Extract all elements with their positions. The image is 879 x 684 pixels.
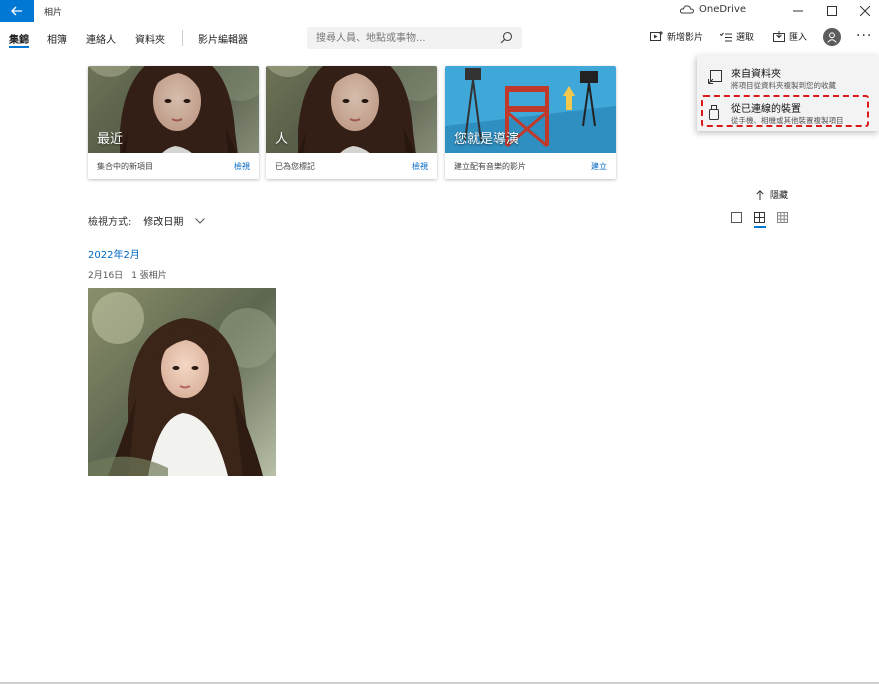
folder-import-icon	[708, 70, 722, 84]
chevron-down-icon	[195, 217, 206, 224]
import-label: 匯入	[789, 33, 808, 43]
maximize-icon	[827, 6, 837, 16]
menu-item-from-folder[interactable]: 來自資料夾 將項目從資料夾複製到您的收藏	[697, 61, 879, 95]
tab-people[interactable]: 連絡人	[86, 31, 116, 46]
select-button[interactable]: 選取	[720, 30, 754, 43]
day-heading: 2月16日 1 張相片	[88, 268, 167, 281]
arrow-up-icon	[756, 189, 764, 200]
select-list-icon	[720, 32, 732, 41]
new-video-icon	[650, 31, 663, 41]
card-director[interactable]: 您就是導演 建立配有音樂的影片 建立	[445, 66, 616, 179]
title-bar: 相片 OneDrive	[0, 0, 879, 22]
card-director-title: 您就是導演	[454, 132, 520, 147]
layout-active-indicator	[754, 226, 766, 228]
search-icon[interactable]	[500, 31, 513, 44]
large-tile-icon[interactable]	[731, 212, 742, 223]
photo-thumbnail[interactable]	[88, 288, 276, 476]
medium-tile-icon[interactable]	[754, 212, 765, 223]
highlight-box	[701, 95, 869, 127]
tab-albums[interactable]: 相簿	[47, 31, 67, 46]
onedrive-status[interactable]: OneDrive	[680, 4, 746, 15]
card-recent-desc: 集合中的新項目	[97, 162, 153, 171]
card-people-link[interactable]: 檢視	[412, 161, 428, 172]
select-label: 選取	[736, 33, 755, 43]
app-title: 相片	[44, 8, 63, 18]
card-people-image	[266, 66, 437, 153]
card-people[interactable]: 人 已為您標記 檢視	[266, 66, 437, 179]
maximize-button[interactable]	[815, 0, 849, 22]
card-director-desc: 建立配有音樂的影片	[454, 162, 526, 171]
arrow-left-icon	[11, 6, 22, 16]
menu-item-from-folder-title: 來自資料夾	[731, 69, 781, 80]
card-recent-title: 最近	[97, 132, 124, 147]
view-by-control[interactable]: 檢視方式: 修改日期	[88, 213, 206, 228]
more-options-icon[interactable]: ···	[856, 28, 872, 44]
hide-button[interactable]: 隱藏	[756, 188, 788, 201]
onedrive-label: OneDrive	[699, 4, 747, 15]
card-director-link[interactable]: 建立	[591, 161, 607, 172]
card-recent-link[interactable]: 檢視	[234, 161, 250, 172]
card-people-desc: 已為您標記	[275, 162, 315, 171]
hide-label: 隱藏	[770, 191, 789, 201]
back-button[interactable]	[0, 0, 34, 22]
minimize-button[interactable]	[781, 0, 815, 22]
top-nav: 集錦 相簿 連絡人 資料夾 影片編輯器 新增影片 選取 匯	[0, 22, 879, 52]
active-tab-indicator	[9, 46, 29, 48]
small-tile-icon[interactable]	[777, 212, 788, 223]
menu-item-from-folder-subtitle: 將項目從資料夾複製到您的收藏	[731, 81, 836, 90]
tab-folders[interactable]: 資料夾	[135, 31, 165, 46]
close-button[interactable]	[848, 0, 879, 22]
import-icon	[773, 31, 785, 42]
account-avatar[interactable]	[823, 28, 841, 46]
photo-count: 1 張相片	[131, 271, 167, 281]
card-recent[interactable]: 最近 集合中的新項目 檢視	[88, 66, 259, 179]
tab-video-editor[interactable]: 影片編輯器	[198, 31, 248, 46]
tab-collection[interactable]: 集錦	[9, 31, 29, 46]
view-by-value[interactable]: 修改日期	[143, 213, 183, 228]
month-heading[interactable]: 2022年2月	[88, 246, 140, 261]
cloud-icon	[680, 5, 694, 14]
search-box	[307, 27, 522, 49]
user-icon	[827, 31, 837, 43]
search-input[interactable]	[307, 27, 487, 49]
new-video-button[interactable]: 新增影片	[650, 30, 703, 43]
close-icon	[860, 6, 870, 16]
day-date: 2月16日	[88, 271, 124, 281]
minimize-icon	[793, 10, 803, 12]
card-people-title: 人	[275, 132, 289, 147]
nav-divider	[182, 30, 183, 46]
new-video-label: 新增影片	[667, 33, 704, 43]
view-by-label: 檢視方式:	[88, 217, 132, 228]
layout-toggle	[731, 212, 788, 223]
import-button[interactable]: 匯入	[773, 30, 807, 43]
